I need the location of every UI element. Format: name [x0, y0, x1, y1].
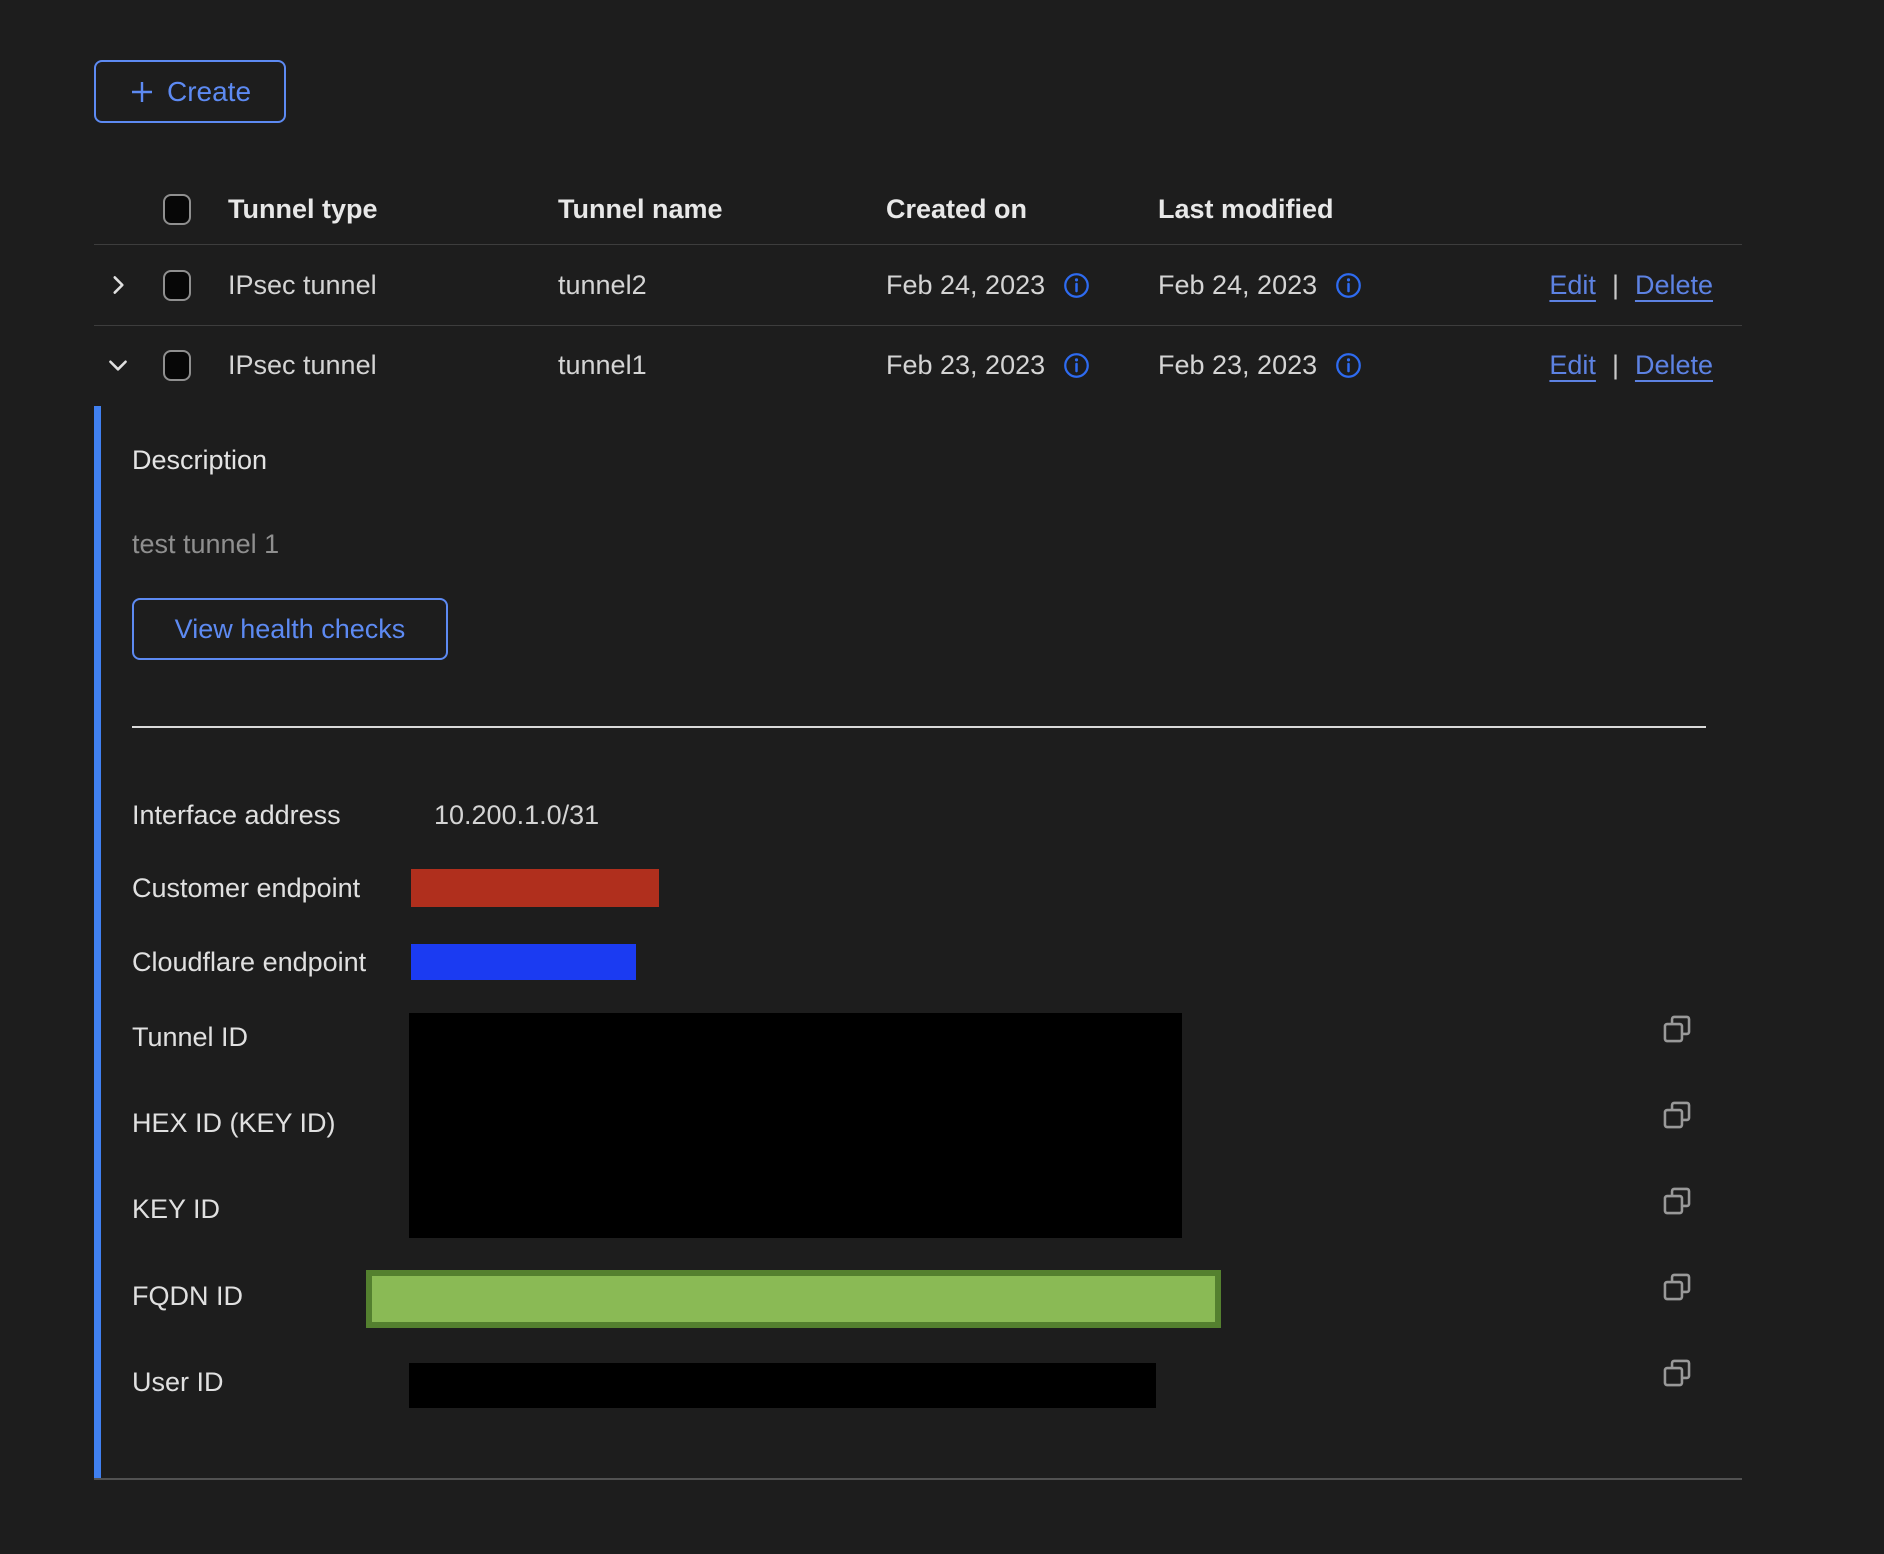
last-modified-cell: Feb 24, 2023 [1158, 270, 1538, 301]
copy-key-id-button[interactable] [1660, 1184, 1694, 1218]
panel-divider [132, 726, 1706, 728]
row-checkbox[interactable] [163, 270, 191, 301]
tunnel-type-cell: IPsec tunnel [228, 350, 558, 381]
key-id-label: KEY ID [132, 1194, 220, 1225]
user-id-redacted-value [409, 1363, 1156, 1408]
view-health-checks-label: View health checks [175, 614, 406, 645]
customer-endpoint-label: Customer endpoint [132, 873, 360, 904]
column-header-created-on: Created on [886, 194, 1158, 225]
delete-link[interactable]: Delete [1635, 270, 1713, 301]
select-all-checkbox[interactable] [163, 194, 191, 225]
fqdn-id-redacted-value [366, 1270, 1221, 1328]
created-on-date: Feb 23, 2023 [886, 350, 1045, 381]
copy-icon [1660, 1184, 1694, 1218]
cloudflare-endpoint-redacted-value [411, 944, 636, 980]
plus-icon [129, 79, 155, 105]
created-on-date: Feb 24, 2023 [886, 270, 1045, 301]
copy-user-id-button[interactable] [1660, 1356, 1694, 1390]
view-health-checks-button[interactable]: View health checks [132, 598, 448, 660]
expansion-indicator-bar [94, 406, 101, 1478]
cloudflare-endpoint-label: Cloudflare endpoint [132, 947, 366, 978]
info-icon[interactable] [1063, 272, 1090, 299]
tunnel-details-panel: Description test tunnel 1 View health ch… [94, 402, 1742, 1480]
column-header-tunnel-name: Tunnel name [558, 194, 886, 225]
created-on-cell: Feb 24, 2023 [886, 270, 1158, 301]
customer-endpoint-redacted-value [411, 869, 659, 907]
ids-redacted-block [409, 1013, 1182, 1238]
interface-address-value: 10.200.1.0/31 [434, 800, 599, 831]
tunnel-name-cell: tunnel2 [558, 270, 886, 301]
tunnels-page: Create Tunnel type Tunnel name Created o… [0, 0, 1884, 1554]
last-modified-cell: Feb 23, 2023 [1158, 350, 1538, 381]
table-row-tunnel1: IPsec tunnel tunnel1 Feb 23, 2023 Feb 23… [94, 326, 1742, 404]
create-button-label: Create [167, 76, 251, 108]
tunnel-name-cell: tunnel1 [558, 350, 886, 381]
edit-link[interactable]: Edit [1549, 350, 1596, 381]
chevron-down-icon [105, 352, 131, 378]
collapse-row-button[interactable] [105, 352, 150, 378]
interface-address-label: Interface address [132, 800, 341, 831]
info-icon[interactable] [1335, 272, 1362, 299]
edit-link[interactable]: Edit [1549, 270, 1596, 301]
last-modified-date: Feb 24, 2023 [1158, 270, 1317, 301]
expand-row-button[interactable] [105, 272, 150, 298]
actions-separator: | [1612, 350, 1619, 381]
row-actions: Edit | Delete [1538, 350, 1742, 381]
column-header-last-modified: Last modified [1158, 194, 1538, 225]
chevron-right-icon [105, 272, 131, 298]
description-label: Description [132, 445, 267, 476]
create-button[interactable]: Create [94, 60, 286, 123]
copy-icon [1660, 1098, 1694, 1132]
description-value: test tunnel 1 [132, 529, 279, 560]
user-id-label: User ID [132, 1367, 224, 1398]
copy-icon [1660, 1012, 1694, 1046]
table-header-row: Tunnel type Tunnel name Created on Last … [94, 175, 1742, 245]
tunnels-table: Tunnel type Tunnel name Created on Last … [94, 175, 1742, 404]
last-modified-date: Feb 23, 2023 [1158, 350, 1317, 381]
table-row-tunnel2: IPsec tunnel tunnel2 Feb 24, 2023 Feb 24… [94, 245, 1742, 326]
info-icon[interactable] [1335, 352, 1362, 379]
info-icon[interactable] [1063, 352, 1090, 379]
copy-tunnel-id-button[interactable] [1660, 1012, 1694, 1046]
row-checkbox[interactable] [163, 350, 191, 381]
tunnel-id-label: Tunnel ID [132, 1022, 248, 1053]
fqdn-id-label: FQDN ID [132, 1281, 243, 1312]
copy-icon [1660, 1270, 1694, 1304]
hex-id-label: HEX ID (KEY ID) [132, 1108, 336, 1139]
delete-link[interactable]: Delete [1635, 350, 1713, 381]
copy-fqdn-id-button[interactable] [1660, 1270, 1694, 1304]
created-on-cell: Feb 23, 2023 [886, 350, 1158, 381]
copy-hex-id-button[interactable] [1660, 1098, 1694, 1132]
row-actions: Edit | Delete [1538, 270, 1742, 301]
copy-icon [1660, 1356, 1694, 1390]
actions-separator: | [1612, 270, 1619, 301]
tunnel-type-cell: IPsec tunnel [228, 270, 558, 301]
column-header-tunnel-type: Tunnel type [228, 194, 558, 225]
